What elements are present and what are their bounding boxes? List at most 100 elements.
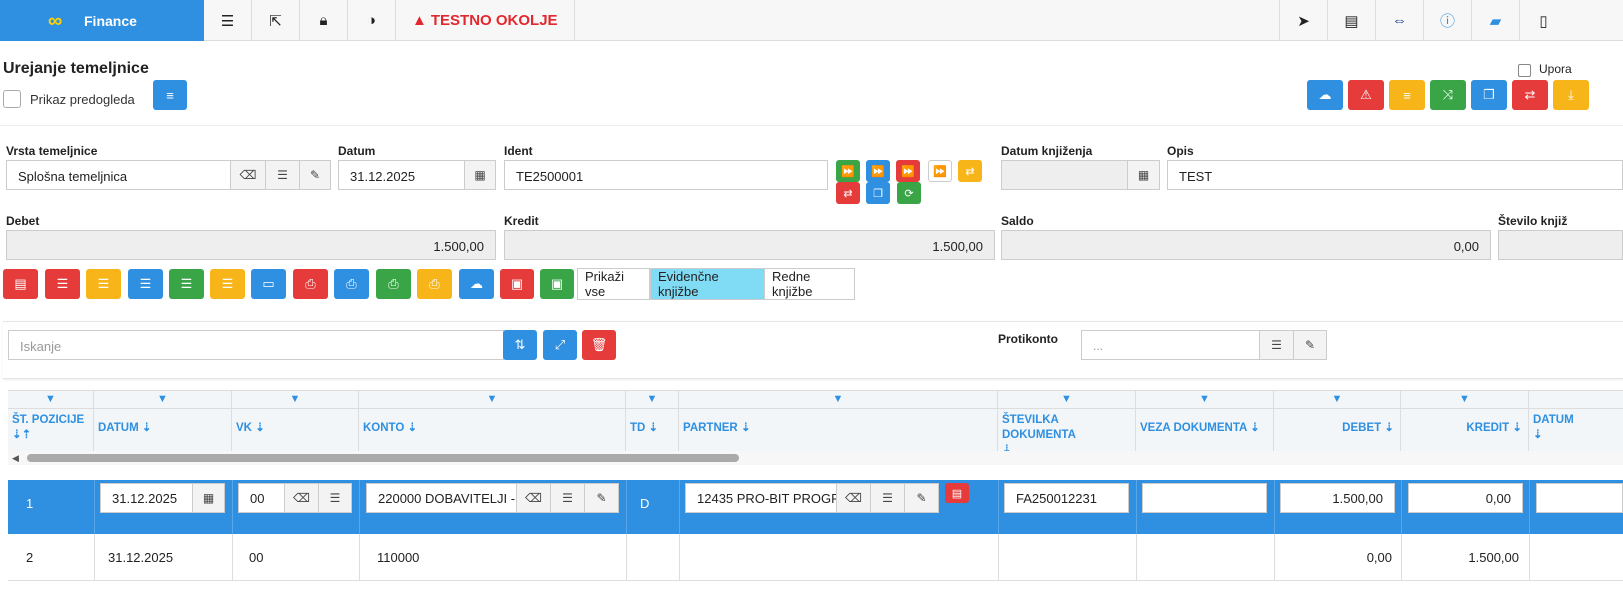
info-icon[interactable]: ⓘ: [1423, 0, 1471, 41]
print-green-button[interactable]: ⎙: [376, 269, 411, 299]
play-red-button[interactable]: ▣: [500, 269, 534, 299]
filter-icon[interactable]: ▼: [1401, 393, 1528, 405]
sort-icon[interactable]: ⇣: [741, 422, 751, 434]
fast-forward-red-button[interactable]: ⏩: [896, 160, 920, 182]
search-input[interactable]: Iskanje: [8, 330, 504, 360]
list-red-button[interactable]: ☰: [45, 269, 80, 299]
opis-input[interactable]: TEST: [1167, 160, 1623, 190]
filter-icon[interactable]: ▼: [8, 393, 93, 405]
ident-input[interactable]: TE2500001: [504, 160, 828, 190]
calendar-icon[interactable]: ▦: [192, 483, 225, 513]
upora-checkbox[interactable]: [1518, 64, 1531, 77]
col-datum-2[interactable]: DATUM ⇣: [1529, 391, 1623, 452]
card-blue-button[interactable]: ▭: [251, 269, 286, 299]
book-icon[interactable]: ▰: [1471, 0, 1519, 41]
list-yellow-button[interactable]: ≡: [1389, 80, 1425, 110]
lock-icon[interactable]: 🔒︎: [300, 0, 348, 41]
filter-icon[interactable]: ▼: [359, 393, 625, 405]
row-debet-input[interactable]: 1.500,00: [1280, 483, 1395, 513]
fast-forward-green-button[interactable]: ⏩: [836, 160, 860, 182]
col-stevilka-dokumenta[interactable]: ▼ ŠTEVILKA DOKUMENTA ⇣: [998, 391, 1136, 456]
row-konto-input[interactable]: 220000 DOBAVITELJI - D: [366, 483, 517, 513]
list-icon[interactable]: ☰: [1259, 330, 1294, 360]
sort-icon[interactable]: ⇣: [1512, 422, 1522, 434]
col-td[interactable]: ▼ TD ⇣: [626, 391, 679, 452]
copy-button[interactable]: ❐: [1471, 80, 1507, 110]
sort-icon[interactable]: ⇣: [1250, 422, 1260, 434]
filter-icon[interactable]: ▼: [232, 393, 358, 405]
contrast-icon[interactable]: ◑: [348, 0, 396, 41]
menu-indent-icon[interactable]: ☰: [204, 0, 252, 41]
alert-button[interactable]: ⚠: [1348, 80, 1384, 110]
filter-prikazi-vse[interactable]: Prikaži vse: [577, 268, 650, 300]
pencil-icon[interactable]: ✎: [904, 483, 939, 513]
teamviewer-icon[interactable]: ⇔: [1375, 0, 1423, 41]
filter-icon[interactable]: ▼: [1136, 393, 1273, 405]
datum-input[interactable]: 31.12.2025: [338, 160, 465, 190]
sort-button[interactable]: ⇅: [503, 330, 537, 360]
row-kredit-input[interactable]: 0,00: [1408, 483, 1523, 513]
list-green-button[interactable]: ☰: [169, 269, 204, 299]
col-kredit[interactable]: ▼ KREDIT ⇣: [1401, 391, 1529, 452]
row-datum2-input[interactable]: [1536, 483, 1623, 513]
filter-icon[interactable]: ▼: [679, 393, 997, 405]
list-blue-button[interactable]: ☰: [128, 269, 163, 299]
sort-icon[interactable]: ⇣: [408, 422, 418, 434]
document-icon[interactable]: ▯: [1519, 0, 1567, 41]
cloud-upload-button[interactable]: ☁: [459, 269, 494, 299]
cloud-upload-button[interactable]: ☁: [1307, 80, 1343, 110]
doc-red-button[interactable]: ▤: [3, 269, 38, 299]
col-st-pozicije[interactable]: ▼ ŠT. POZICIJE ⇣⇡: [8, 391, 94, 452]
copy-small-button[interactable]: ❐: [866, 182, 890, 204]
cards-icon[interactable]: ▤: [1327, 0, 1375, 41]
print-blue-button[interactable]: ⎙: [334, 269, 369, 299]
row-datum-input[interactable]: 31.12.2025: [100, 483, 193, 513]
sort-icon[interactable]: ⇣: [1533, 429, 1543, 441]
document-red-icon[interactable]: ▤: [945, 483, 969, 503]
fast-forward-blue-button[interactable]: ⏩: [866, 160, 890, 182]
filter-icon[interactable]: ▼: [626, 393, 678, 405]
sort-icon[interactable]: ⇣: [1384, 422, 1394, 434]
filter-icon[interactable]: ▼: [94, 393, 231, 405]
list-yellow-button[interactable]: ☰: [86, 269, 121, 299]
sort-icon[interactable]: ⇣: [649, 422, 659, 434]
play-green-button[interactable]: ▣: [540, 269, 574, 299]
col-konto[interactable]: ▼ KONTO ⇣: [359, 391, 626, 452]
table-row[interactable]: 2 31.12.2025 00 110000 0,00 1.500,00: [8, 534, 1623, 581]
list-icon[interactable]: ☰: [265, 160, 300, 190]
col-datum[interactable]: ▼ DATUM ⇣: [94, 391, 232, 452]
download-button[interactable]: ⤓: [1553, 80, 1589, 110]
row-dokument-input[interactable]: FA250012231: [1004, 483, 1129, 513]
row-vk-input[interactable]: 00: [238, 483, 285, 513]
fast-forward-white-button[interactable]: ⏩: [928, 160, 952, 182]
row-veza-input[interactable]: [1142, 483, 1267, 513]
datum-knjizenja-input[interactable]: [1001, 160, 1128, 190]
external-link-icon[interactable]: ⇱: [252, 0, 300, 41]
filter-redne-knjizbe[interactable]: Redne knjižbe: [764, 268, 855, 300]
list-icon[interactable]: ☰: [550, 483, 585, 513]
sort-icon[interactable]: ⇣: [142, 422, 152, 434]
eraser-icon[interactable]: ⌫: [836, 483, 871, 513]
delete-button[interactable]: 🗑︎: [582, 330, 616, 360]
calendar-icon[interactable]: ▦: [464, 160, 496, 190]
filter-icon[interactable]: ▼: [1274, 393, 1400, 405]
filter-evidencne-knjizbe[interactable]: Evidenčne knjižbe: [650, 268, 765, 300]
expand-button[interactable]: ⤢: [543, 330, 577, 360]
eraser-icon[interactable]: ⌫: [284, 483, 319, 513]
eraser-icon[interactable]: ⌫: [516, 483, 551, 513]
preview-checkbox[interactable]: [3, 90, 21, 108]
col-veza-dokumenta[interactable]: ▼ VEZA DOKUMENTA ⇣: [1136, 391, 1274, 452]
col-vk[interactable]: ▼ VK ⇣: [232, 391, 359, 452]
scroll-left-icon[interactable]: ◀: [12, 453, 19, 464]
eraser-icon[interactable]: ⌫: [230, 160, 266, 190]
vrsta-input[interactable]: Splošna temeljnica: [6, 160, 231, 190]
print-red-button[interactable]: ⎙: [293, 269, 328, 299]
col-debet[interactable]: ▼ DEBET ⇣: [1274, 391, 1401, 452]
app-brand[interactable]: ∞ Finance: [0, 0, 204, 41]
retweet-red-button[interactable]: ⇄: [836, 182, 860, 204]
list-icon[interactable]: ☰: [318, 483, 352, 513]
calendar-icon[interactable]: ▦: [1127, 160, 1160, 190]
table-row[interactable]: 1 31.12.2025 ▦ 00 ⌫ ☰ 220000 DOBAVITELJI…: [8, 480, 1623, 534]
list-icon[interactable]: ☰: [870, 483, 905, 513]
filter-icon[interactable]: ▼: [998, 393, 1135, 405]
